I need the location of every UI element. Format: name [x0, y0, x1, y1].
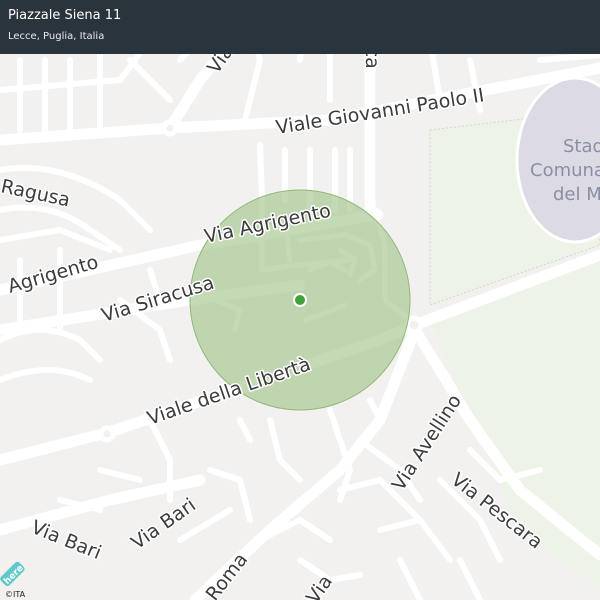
- location-dot: [295, 295, 305, 305]
- location-title: Piazzale Siena 11: [8, 8, 122, 23]
- map-attribution: ©ITA: [5, 590, 26, 599]
- label-stadium-line1: Stad: [563, 136, 600, 157]
- label-stadium-line3: del M: [553, 184, 600, 205]
- map-canvas[interactable]: Via Pistoia Lucca Viale Giovanni Paolo I…: [0, 0, 600, 600]
- location-subtitle: Lecce, Puglia, Italia: [8, 31, 105, 42]
- roundabout-east: [404, 315, 424, 335]
- roundabout-north: [161, 119, 179, 137]
- roundabout-west: [98, 425, 116, 443]
- label-stadium-line2: Comuna: [530, 160, 600, 181]
- location-header: Piazzale Siena 11 Lecce, Puglia, Italia: [0, 0, 600, 54]
